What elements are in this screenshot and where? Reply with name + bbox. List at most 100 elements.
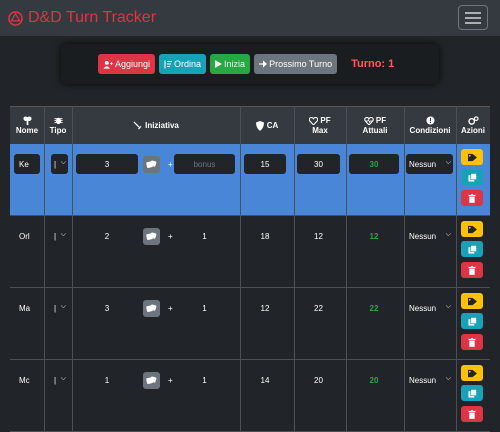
roll-dice-button[interactable]: [143, 300, 160, 317]
duplicate-button[interactable]: [461, 385, 483, 401]
plus-sign: +: [168, 376, 173, 385]
condition-select-value: Nessun: [409, 231, 437, 241]
hp-max-input[interactable]: 30: [297, 154, 340, 174]
header-type-label: Tipo: [49, 126, 67, 135]
trash-icon: [468, 337, 476, 347]
hp-current-input[interactable]: 30: [349, 154, 399, 174]
type-select[interactable]: | ⌵: [51, 226, 68, 246]
arrow-right-icon: [259, 60, 268, 68]
condition-select[interactable]: Nessun ⌵: [406, 154, 453, 174]
play-icon: [215, 60, 223, 68]
table-row: Ma | ⌵ 3 + 1 12 22 22 Nessun ⌵: [10, 288, 490, 360]
hp-current-input[interactable]: 22: [349, 298, 399, 318]
heart-icon: [309, 116, 319, 125]
ac-input[interactable]: 12: [244, 298, 286, 318]
duplicate-button[interactable]: [461, 241, 483, 257]
delete-button[interactable]: [461, 334, 483, 350]
trash-icon: [468, 265, 476, 275]
header-actions-label: Azioni: [461, 126, 485, 135]
add-button[interactable]: Aggiungi: [98, 54, 156, 74]
hp-max-input[interactable]: 22: [297, 298, 340, 318]
ac-input[interactable]: 15: [244, 154, 286, 174]
ac-input[interactable]: 18: [244, 226, 286, 246]
condition-select[interactable]: Nessun ⌵: [406, 370, 453, 390]
type-select[interactable]: | ⌵: [51, 370, 68, 390]
start-button[interactable]: Inizia: [210, 54, 251, 74]
type-select-value: |: [54, 159, 57, 169]
column-divider: [456, 106, 457, 432]
header-ac: CA: [240, 107, 294, 145]
roll-dice-button[interactable]: [143, 156, 160, 173]
duplicate-button[interactable]: [461, 169, 483, 185]
next-turn-button[interactable]: Prossimo Turno: [254, 54, 338, 74]
brand[interactable]: D&D Turn Tracker: [8, 9, 156, 27]
condition-select-value: Nessun: [409, 159, 437, 169]
plus-sign: +: [168, 160, 173, 169]
header-name-label: Nome: [15, 126, 39, 135]
status-button[interactable]: [461, 293, 483, 309]
header-hp-max-label-1: PF: [320, 116, 331, 125]
initiative-roll-input[interactable]: 1: [76, 370, 138, 390]
header-name: Nome: [10, 107, 44, 145]
initiative-bonus-input[interactable]: 1: [174, 298, 235, 318]
hp-current-input[interactable]: 12: [349, 226, 399, 246]
trash-icon: [468, 193, 476, 203]
bug-icon: [53, 117, 63, 125]
shield-icon: [255, 120, 264, 131]
status-button[interactable]: [461, 365, 483, 381]
name-input[interactable]: Mc: [14, 370, 40, 390]
type-select-value: |: [54, 303, 57, 313]
header-type: Tipo: [44, 107, 72, 145]
name-input[interactable]: Ke: [14, 154, 40, 174]
chevron-down-icon: ⌵: [60, 303, 66, 310]
heart-pulse-icon: [364, 116, 374, 125]
duplicate-button[interactable]: [461, 313, 483, 329]
name-icon: [22, 116, 32, 125]
sort-button[interactable]: Ordina: [159, 54, 207, 74]
hp-current-input[interactable]: 20: [349, 370, 399, 390]
menu-toggle-button[interactable]: [458, 5, 488, 30]
d20-icon: [8, 10, 23, 26]
ac-input[interactable]: 14: [244, 370, 286, 390]
tag-icon: [467, 225, 477, 233]
chevron-down-icon: ⌵: [445, 159, 451, 166]
hamburger-icon: [465, 11, 481, 14]
condition-select[interactable]: Nessun ⌵: [406, 298, 453, 318]
condition-select[interactable]: Nessun ⌵: [406, 226, 453, 246]
hamburger-icon-line: [465, 16, 481, 19]
name-input[interactable]: Ma: [14, 298, 40, 318]
name-input[interactable]: Orl: [14, 226, 40, 246]
type-select[interactable]: | ⌵: [51, 298, 68, 318]
exclamation-circle-icon: [425, 116, 435, 125]
initiative-roll-input[interactable]: 3: [76, 298, 138, 318]
roll-dice-button[interactable]: [143, 372, 160, 389]
delete-button[interactable]: [461, 262, 483, 278]
dice-icon: [146, 232, 157, 240]
column-divider: [294, 106, 295, 432]
roll-dice-button[interactable]: [143, 228, 160, 245]
hp-max-input[interactable]: 20: [297, 370, 340, 390]
initiative-roll-input[interactable]: 3: [76, 154, 138, 174]
delete-button[interactable]: [461, 406, 483, 422]
status-button[interactable]: [461, 149, 483, 165]
sort-button-label: Ordina: [174, 59, 202, 69]
copy-icon: [467, 316, 477, 326]
chevron-down-icon: ⌵: [445, 231, 451, 238]
navbar: D&D Turn Tracker: [0, 0, 500, 36]
type-select-value: |: [54, 375, 57, 385]
delete-button[interactable]: [461, 190, 483, 206]
header-hp-max: PF Max: [294, 107, 346, 145]
chevron-down-icon: ⌵: [60, 375, 66, 382]
initiative-bonus-input[interactable]: bonus: [174, 154, 235, 174]
initiative-bonus-input[interactable]: 1: [174, 370, 235, 390]
turn-counter: Turno: 1: [351, 58, 395, 70]
copy-icon: [467, 172, 477, 182]
initiative-bonus-input[interactable]: 1: [174, 226, 235, 246]
chevron-down-icon: ⌵: [60, 159, 66, 166]
initiative-roll-input[interactable]: 2: [76, 226, 138, 246]
hp-max-input[interactable]: 12: [297, 226, 340, 246]
plus-sign: +: [168, 232, 173, 241]
type-select[interactable]: | ⌵: [51, 154, 68, 174]
status-button[interactable]: [461, 221, 483, 237]
table-row: Orl | ⌵ 2 + 1 18 12 12 Nessun ⌵: [10, 216, 490, 288]
